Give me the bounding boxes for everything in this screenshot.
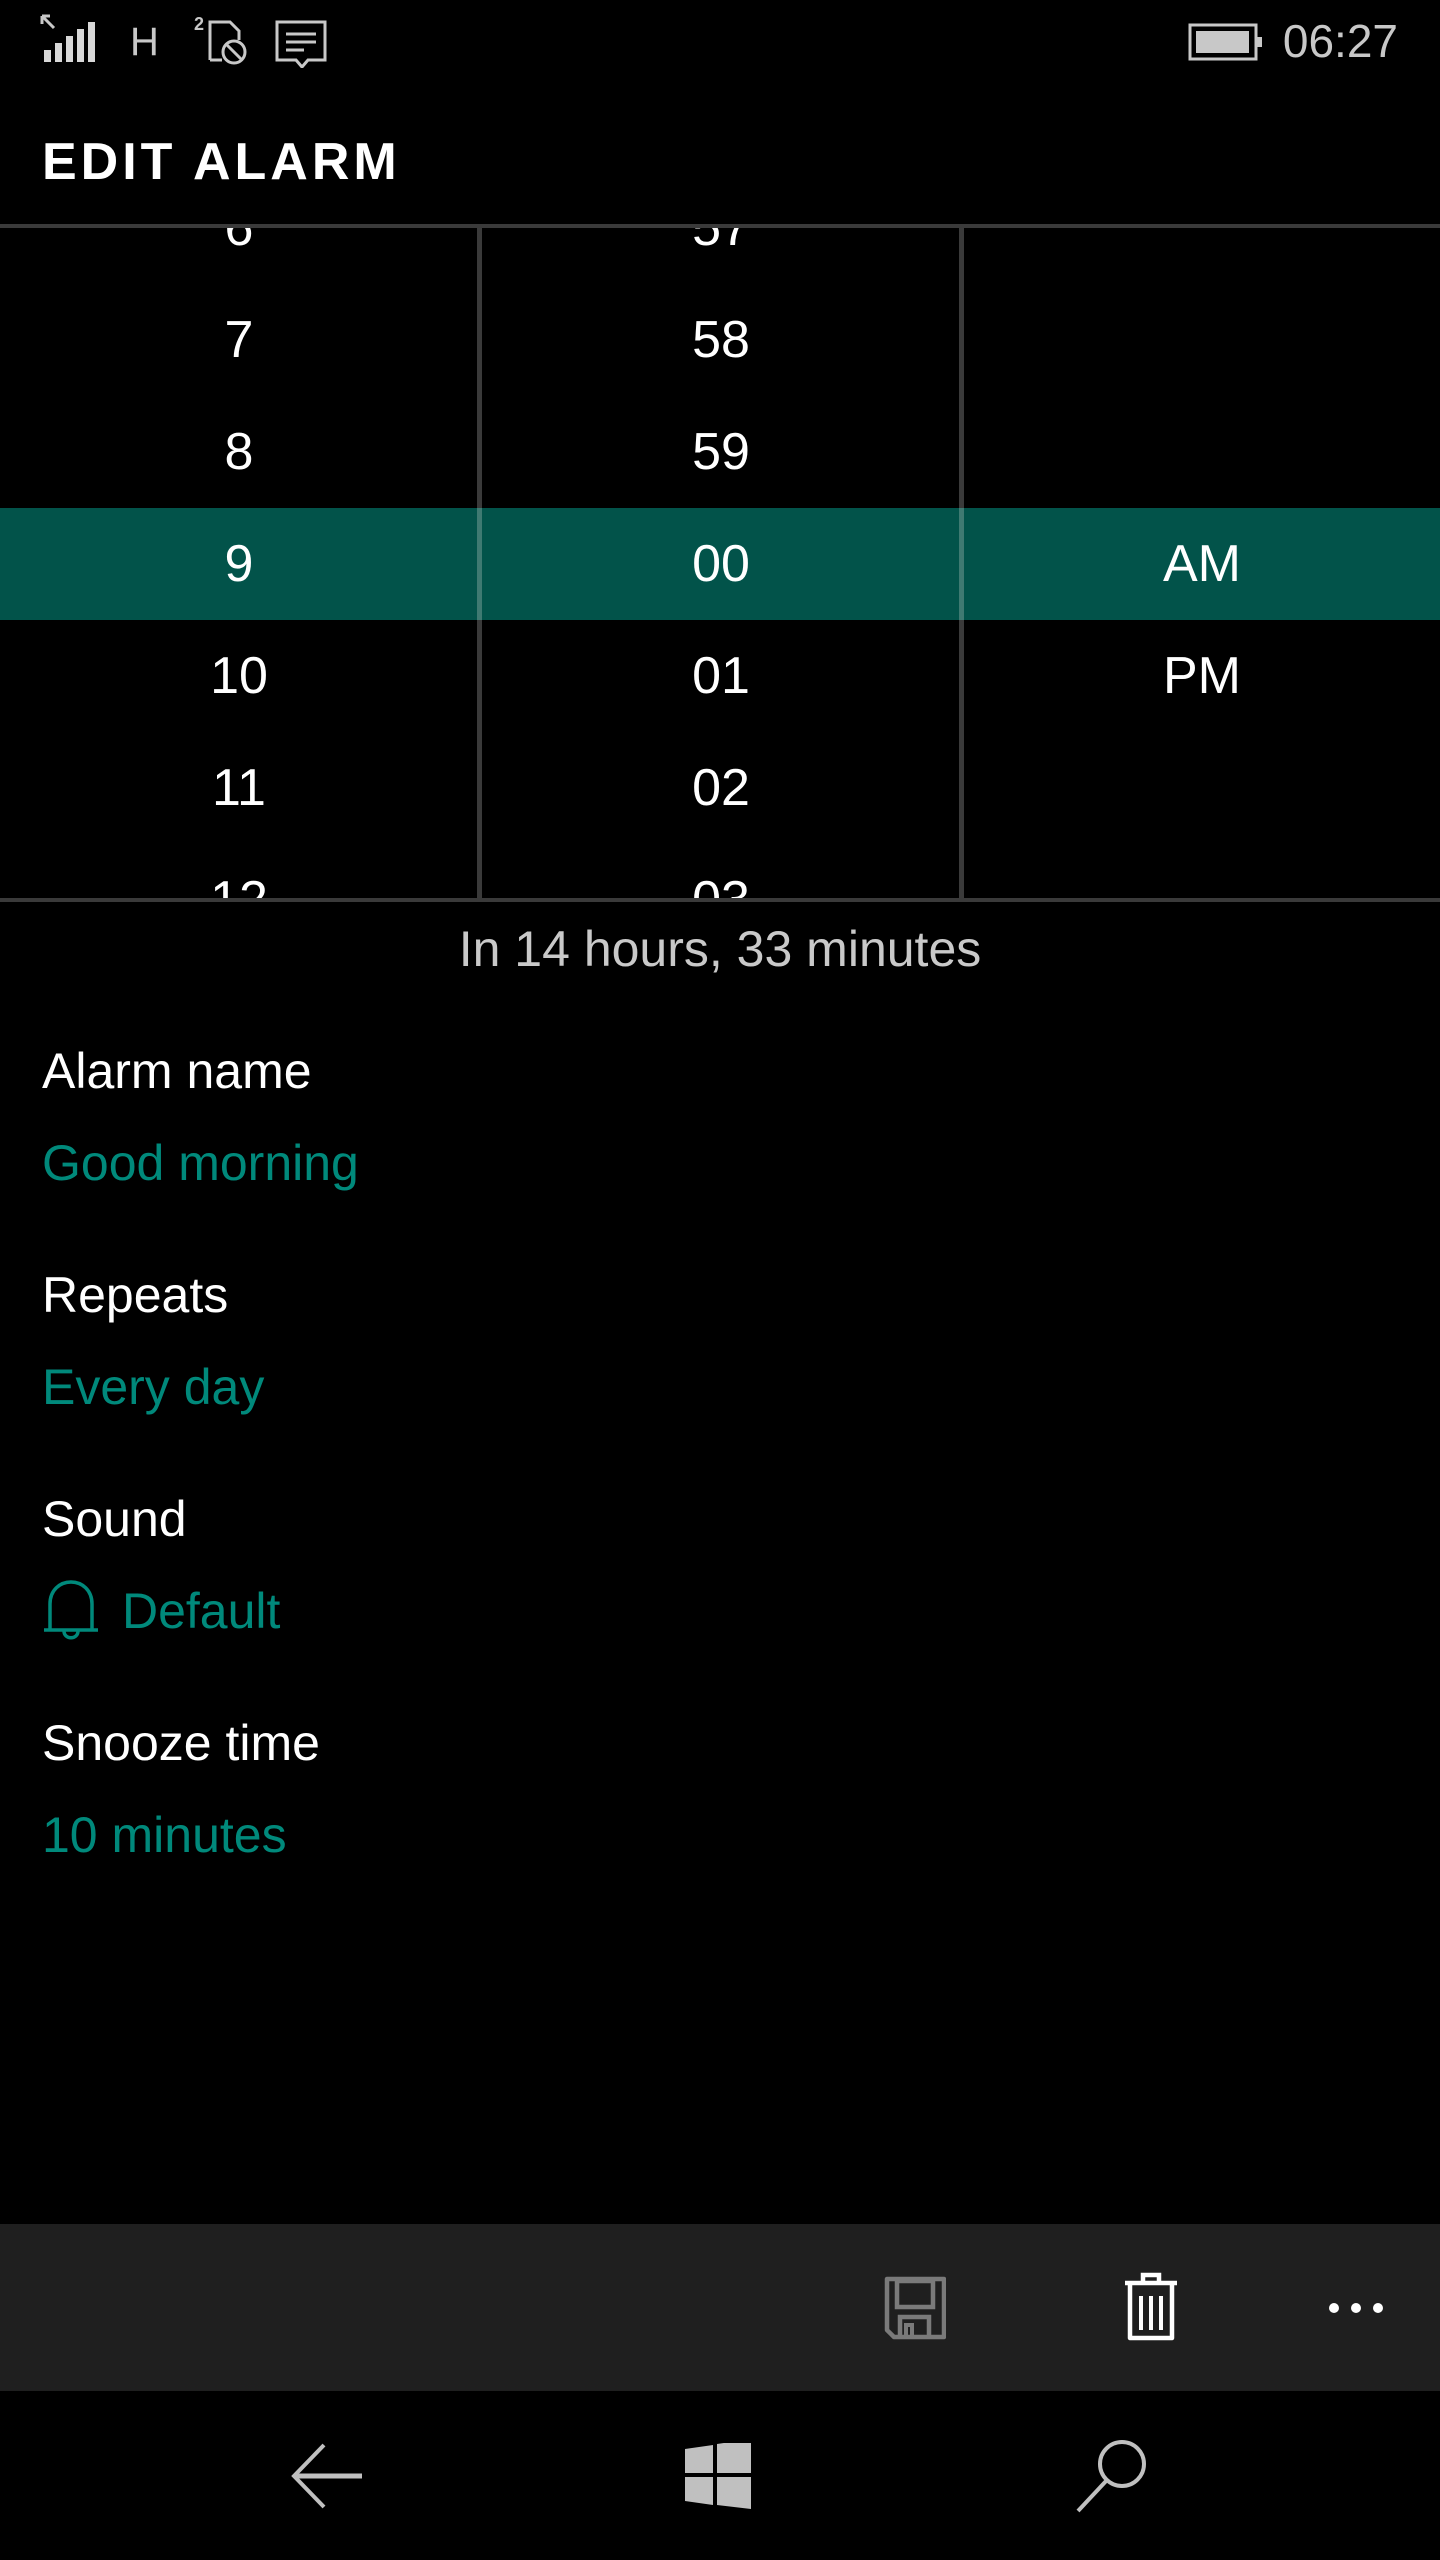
search-button[interactable] bbox=[1012, 2391, 1212, 2560]
hour-item[interactable]: 12 bbox=[0, 844, 478, 898]
hour-item-selected[interactable]: 9 bbox=[0, 508, 478, 620]
status-bar: H 2 06:27 bbox=[0, 0, 1440, 80]
trash-icon bbox=[1125, 2272, 1177, 2340]
snooze-label: Snooze time bbox=[42, 1715, 320, 1771]
hour-item[interactable]: 7 bbox=[0, 284, 478, 396]
sound-label: Sound bbox=[42, 1491, 187, 1547]
time-picker[interactable]: 6 7 8 9 10 11 12 57 58 59 00 01 02 03 AM… bbox=[0, 224, 1440, 902]
navigation-bar bbox=[0, 2391, 1440, 2560]
minute-item-selected[interactable]: 00 bbox=[482, 508, 960, 620]
bell-icon bbox=[44, 1580, 98, 1640]
column-divider bbox=[959, 228, 964, 898]
delete-button[interactable] bbox=[1081, 2224, 1221, 2391]
repeats-setting[interactable]: Repeats Every day bbox=[42, 1260, 264, 1422]
clock: 06:27 bbox=[1282, 15, 1398, 67]
sound-value-row[interactable]: Default bbox=[42, 1576, 280, 1646]
app-bar bbox=[0, 2224, 1440, 2391]
hour-item[interactable]: 8 bbox=[0, 396, 478, 508]
minute-item[interactable]: 01 bbox=[482, 620, 960, 732]
more-button[interactable] bbox=[1286, 2224, 1426, 2391]
period-item-selected[interactable]: AM bbox=[964, 508, 1440, 620]
start-button[interactable] bbox=[618, 2391, 818, 2560]
period-item[interactable]: PM bbox=[964, 620, 1440, 732]
hour-item[interactable]: 6 bbox=[0, 228, 478, 284]
page-title: EDIT ALARM bbox=[42, 133, 401, 191]
battery-icon bbox=[1188, 22, 1264, 67]
save-button[interactable] bbox=[845, 2224, 985, 2391]
alarm-name-label: Alarm name bbox=[42, 1043, 312, 1099]
minute-item[interactable]: 57 bbox=[482, 228, 960, 284]
hour-item[interactable]: 10 bbox=[0, 620, 478, 732]
back-icon bbox=[291, 2443, 362, 2508]
alarm-name-setting[interactable]: Alarm name Good morning bbox=[42, 1036, 359, 1198]
alarm-name-value[interactable]: Good morning bbox=[42, 1128, 359, 1198]
snooze-setting[interactable]: Snooze time 10 minutes bbox=[42, 1708, 320, 1870]
repeats-label: Repeats bbox=[42, 1267, 229, 1323]
hour-item[interactable]: 11 bbox=[0, 732, 478, 844]
minute-item[interactable]: 02 bbox=[482, 732, 960, 844]
save-icon bbox=[884, 2276, 946, 2339]
more-icon bbox=[1329, 2302, 1383, 2313]
search-icon bbox=[1076, 2439, 1146, 2512]
windows-start-icon bbox=[685, 2442, 751, 2509]
network-type-icon: H bbox=[130, 20, 159, 64]
svg-text:2: 2 bbox=[194, 14, 204, 34]
back-button[interactable] bbox=[228, 2391, 428, 2560]
snooze-value[interactable]: 10 minutes bbox=[42, 1800, 320, 1870]
minute-item[interactable]: 58 bbox=[482, 284, 960, 396]
signal-strength-icon bbox=[38, 12, 100, 73]
period-column[interactable]: AM PM bbox=[964, 228, 1440, 898]
repeats-value[interactable]: Every day bbox=[42, 1352, 264, 1422]
minute-column[interactable]: 57 58 59 00 01 02 03 bbox=[482, 228, 960, 898]
message-notification-icon bbox=[274, 12, 330, 73]
minute-item[interactable]: 59 bbox=[482, 396, 960, 508]
sim-blocked-icon: 2 bbox=[194, 12, 254, 73]
sound-value: Default bbox=[122, 1583, 281, 1639]
sound-setting[interactable]: Sound Default bbox=[42, 1484, 280, 1646]
column-divider bbox=[477, 228, 482, 898]
minute-item[interactable]: 03 bbox=[482, 844, 960, 898]
time-until-alarm: In 14 hours, 33 minutes bbox=[458, 921, 982, 977]
hour-column[interactable]: 6 7 8 9 10 11 12 bbox=[0, 228, 478, 898]
